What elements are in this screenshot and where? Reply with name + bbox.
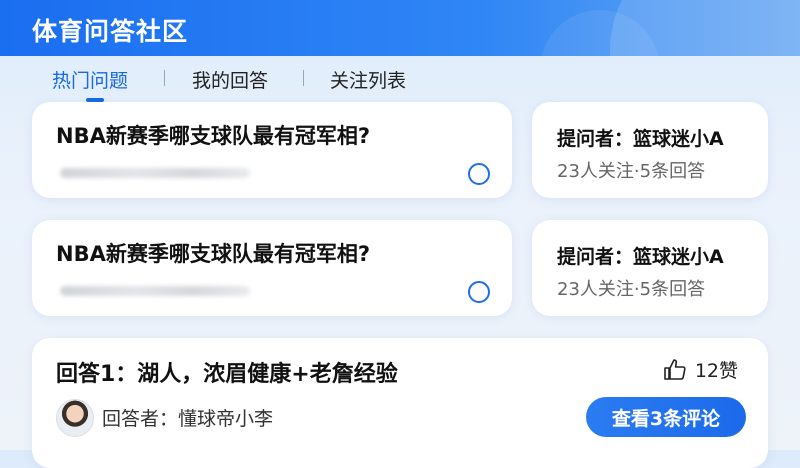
tab-divider — [164, 70, 165, 86]
question-meta-card: 提问者：篮球迷小A 23人关注·5条回答 — [532, 220, 768, 316]
answer-card: 回答1：湖人，浓眉健康+老詹经验 12赞 回答者：懂球帝小李 查看3条评论 — [32, 338, 768, 468]
like-count: 12赞 — [694, 360, 738, 382]
asker-label: 提问者：篮球迷小A — [557, 246, 724, 268]
tab-bar: 热门问题 我的回答 关注列表 — [0, 56, 800, 102]
question-card[interactable]: NBA新赛季哪支球队最有冠军相? — [32, 220, 512, 316]
question-preview-blurred — [60, 286, 250, 296]
radio-icon[interactable] — [468, 281, 490, 303]
question-meta-card: 提问者：篮球迷小A 23人关注·5条回答 — [532, 102, 768, 198]
tab-divider — [303, 70, 304, 86]
question-preview-blurred — [60, 168, 250, 178]
tab-hot-questions[interactable]: 热门问题 — [52, 66, 128, 93]
question-title[interactable]: NBA新赛季哪支球队最有冠军相? — [56, 238, 370, 268]
answerer-label: 回答者：懂球帝小李 — [102, 408, 274, 430]
tab-following[interactable]: 关注列表 — [330, 66, 406, 93]
question-stats: 23人关注·5条回答 — [557, 161, 706, 182]
asker-label: 提问者：篮球迷小A — [557, 128, 724, 150]
header-bar: 体育问答社区 — [0, 0, 800, 56]
question-title[interactable]: NBA新赛季哪支球队最有冠军相? — [56, 120, 370, 150]
radio-icon[interactable] — [468, 163, 490, 185]
tab-my-answers[interactable]: 我的回答 — [192, 66, 268, 93]
question-card[interactable]: NBA新赛季哪支球队最有冠军相? — [32, 102, 512, 198]
avatar[interactable] — [56, 399, 94, 437]
app-title: 体育问答社区 — [32, 17, 189, 46]
thumbs-up-icon — [664, 358, 686, 380]
view-comments-button[interactable]: 查看3条评论 — [586, 397, 746, 437]
answer-title: 回答1：湖人，浓眉健康+老詹经验 — [56, 362, 398, 387]
like-button[interactable]: 12赞 — [663, 356, 738, 383]
question-stats: 23人关注·5条回答 — [557, 279, 706, 300]
